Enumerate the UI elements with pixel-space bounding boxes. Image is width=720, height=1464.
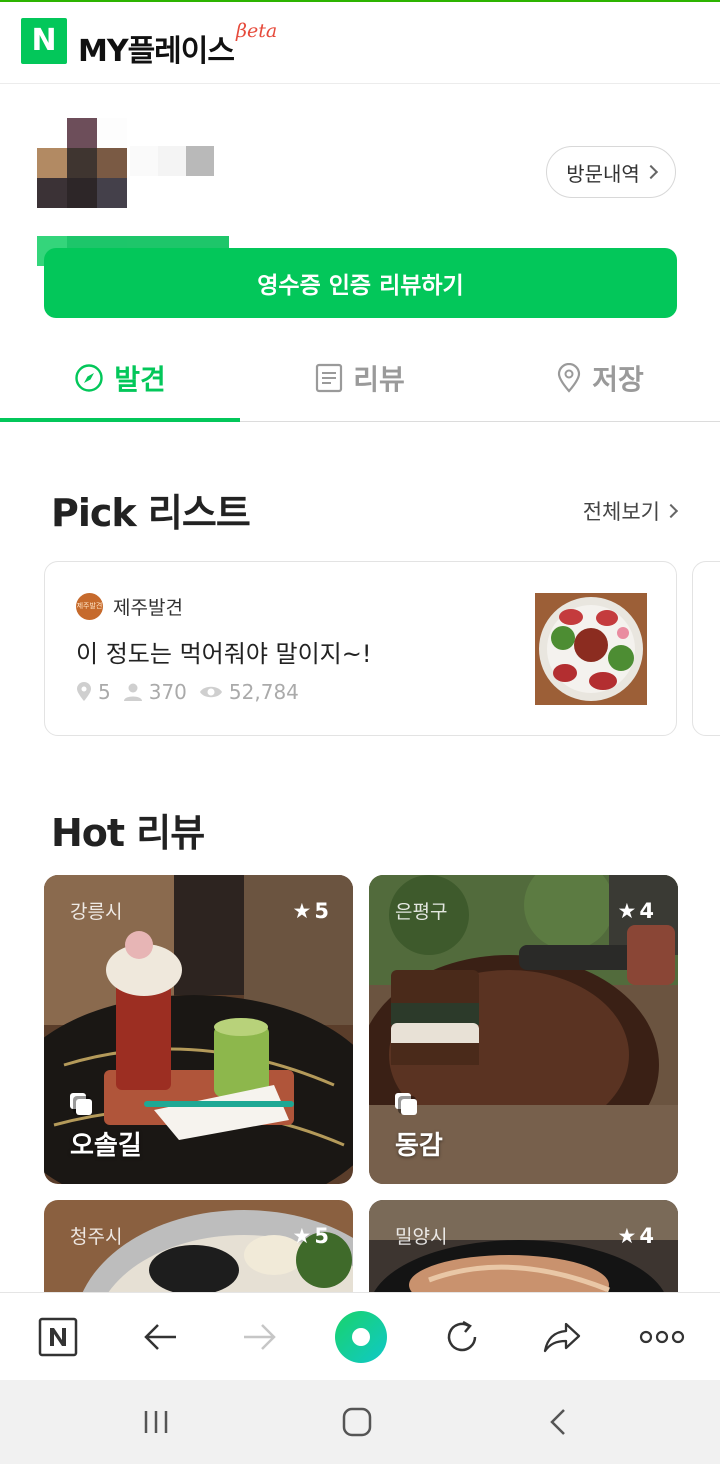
refresh-button[interactable] (412, 1293, 512, 1381)
review-rating: ★ 4 (618, 899, 654, 923)
home-icon (342, 1407, 372, 1437)
tab-review-label: 리뷰 (353, 363, 405, 396)
chevron-left-icon (550, 1409, 565, 1435)
refresh-icon (447, 1320, 477, 1352)
multiple-photos-icon (395, 1093, 419, 1115)
naver-logo[interactable]: N (21, 18, 67, 64)
hot-review-card[interactable]: 강릉시 ★ 5 오솔길 (44, 875, 353, 1184)
location-pin-icon (77, 682, 91, 701)
document-icon (316, 363, 343, 393)
author-name: 제주발견 (113, 597, 183, 619)
rating-value: 4 (639, 899, 654, 923)
review-location: 청주시 (70, 1226, 123, 1248)
tab-saved[interactable]: 저장 (480, 336, 720, 420)
followers-count: 370 (148, 680, 187, 704)
pick-list-card[interactable]: 제주발견 제주발견 이 정도는 먹어줘야 말이지~! 5 370 52,784 (44, 561, 677, 736)
visit-history-label: 방문내역 (566, 161, 640, 186)
tab-discover-label: 발견 (114, 363, 166, 396)
brand-title[interactable]: MY플레이스 (78, 26, 235, 70)
pick-author[interactable]: 제주발견 제주발견 (76, 593, 183, 620)
share-button[interactable] (512, 1293, 612, 1381)
naver-n-icon (38, 1317, 78, 1357)
views-count: 52,784 (228, 680, 299, 704)
next-pick-card-peek[interactable] (692, 561, 720, 736)
hot-review-card[interactable]: 은평구 ★ 4 동감 (369, 875, 678, 1184)
profile-section: 방문내역 영수증 인증 리뷰하기 (0, 84, 720, 332)
chevron-right-icon (643, 164, 658, 180)
compass-icon (75, 364, 103, 392)
recent-apps-icon (144, 1411, 168, 1433)
pick-thumbnail (535, 593, 647, 705)
forward-button[interactable] (210, 1293, 310, 1381)
rating-value: 5 (314, 1224, 329, 1248)
pick-title: 이 정도는 먹어줘야 말이지~! (76, 640, 372, 668)
places-count: 5 (98, 680, 111, 704)
pick-list-title: Pick 리스트 (51, 491, 251, 535)
pick-stats: 5 370 52,784 (76, 680, 299, 704)
review-rating: ★ 4 (618, 1224, 654, 1248)
more-button[interactable] (612, 1293, 712, 1381)
person-icon (123, 683, 142, 701)
avatar[interactable] (37, 118, 127, 208)
star-icon: ★ (617, 899, 637, 923)
rating-value: 5 (314, 899, 329, 923)
main-tabs: 발견 리뷰 저장 (0, 336, 720, 422)
rating-value: 4 (639, 1224, 654, 1248)
recent-apps-button[interactable] (106, 1380, 206, 1464)
eye-icon (199, 686, 222, 698)
review-location: 밀양시 (395, 1226, 448, 1248)
system-back-button[interactable] (508, 1380, 608, 1464)
arrow-right-icon (244, 1324, 276, 1350)
tab-review[interactable]: 리뷰 (240, 336, 480, 420)
see-all-label: 전체보기 (582, 500, 660, 524)
beta-label: βeta (236, 20, 278, 42)
tab-saved-label: 저장 (592, 363, 644, 396)
arrow-left-icon (144, 1324, 176, 1350)
author-avatar: 제주발견 (76, 593, 103, 620)
chevron-right-icon (663, 503, 679, 519)
review-place-name: 오솔길 (70, 1131, 142, 1161)
app-header: N MY플레이스 βeta (0, 2, 720, 84)
review-place-name: 동감 (395, 1131, 443, 1161)
home-button[interactable] (307, 1380, 407, 1464)
multiple-photos-icon (70, 1093, 94, 1115)
back-button[interactable] (110, 1293, 210, 1381)
system-nav-bar (0, 1380, 720, 1464)
blurred-username (130, 146, 214, 180)
review-location: 강릉시 (70, 901, 123, 923)
share-icon (543, 1322, 581, 1353)
see-all-link[interactable]: 전체보기 (582, 496, 679, 526)
browser-toolbar (0, 1292, 720, 1380)
review-location: 은평구 (395, 901, 448, 923)
naver-home-button[interactable] (8, 1293, 108, 1381)
green-dot-icon (335, 1311, 387, 1363)
visit-history-button[interactable]: 방문내역 (546, 146, 676, 198)
review-rating: ★ 5 (293, 1224, 329, 1248)
star-icon: ★ (292, 1224, 312, 1248)
location-pin-icon (558, 363, 581, 393)
hot-review-title: Hot 리뷰 (51, 811, 205, 855)
tab-discover[interactable]: 발견 (0, 336, 240, 422)
star-icon: ★ (617, 1224, 637, 1248)
receipt-review-label: 영수증 인증 리뷰하기 (257, 273, 464, 299)
more-icon (639, 1330, 685, 1344)
star-icon: ★ (292, 899, 312, 923)
review-rating: ★ 5 (293, 899, 329, 923)
receipt-review-button[interactable]: 영수증 인증 리뷰하기 (44, 248, 677, 318)
green-dot-button[interactable] (311, 1293, 411, 1381)
